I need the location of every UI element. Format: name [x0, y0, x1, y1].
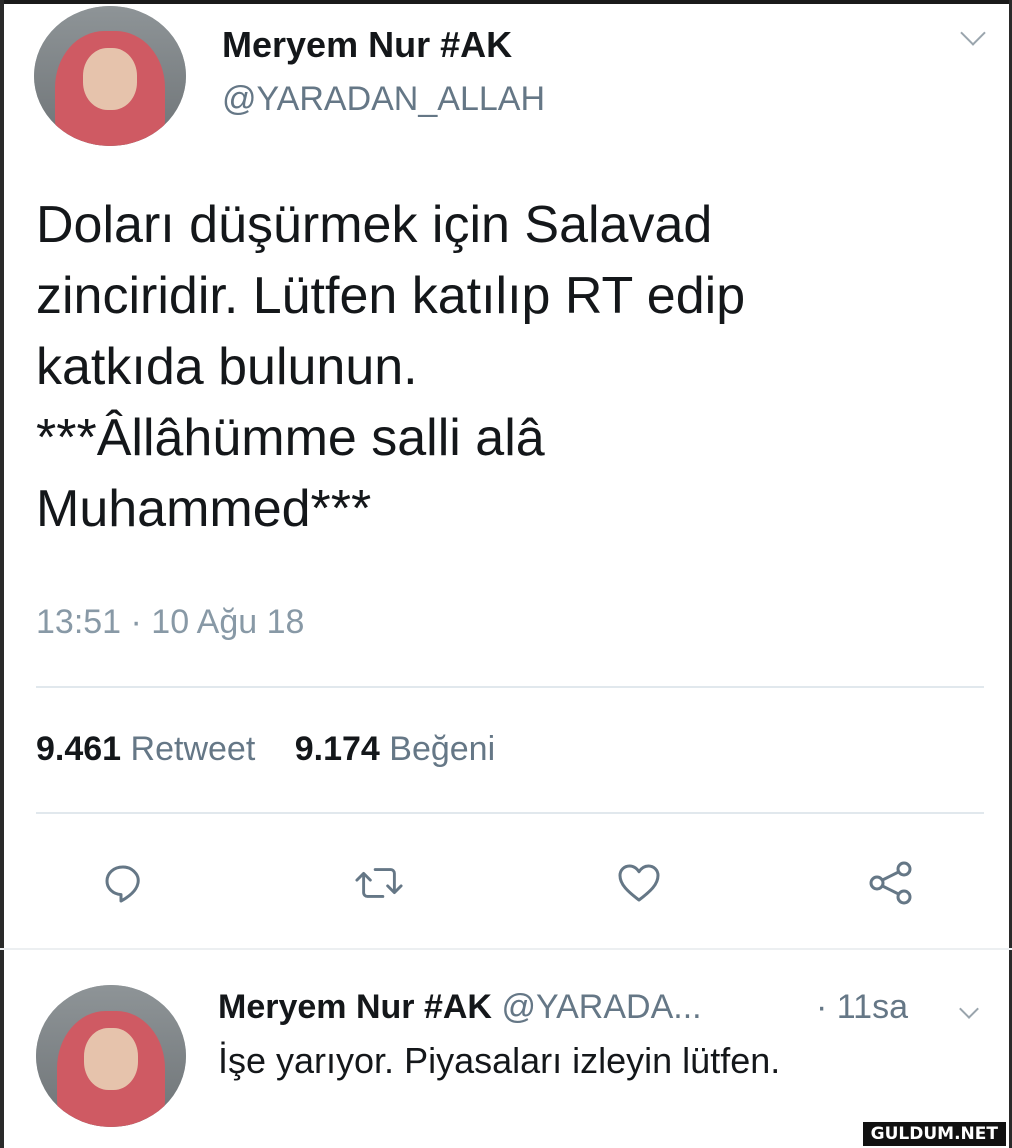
author-name[interactable]: Meryem Nur #AK — [222, 24, 512, 66]
tweet-stats: 9.461 Retweet 9.174 Beğeni — [36, 730, 525, 769]
retweet-icon — [355, 868, 403, 898]
reply-header: Meryem Nur #AK @YARADA... · 11sa — [218, 988, 908, 1027]
divider — [36, 812, 984, 814]
reply-icon — [105, 865, 140, 903]
chevron-down-icon[interactable] — [959, 999, 979, 1019]
like-label[interactable]: Beğeni — [389, 730, 495, 768]
share-button[interactable] — [866, 858, 916, 908]
retweet-count[interactable]: 9.461 — [36, 730, 121, 768]
tweet-text: Doları düşürmek için Salavad zinciridir.… — [36, 190, 976, 545]
tweet-text-line: Muhammed*** — [36, 480, 372, 538]
tweet-text-line: Doları düşürmek için Salavad — [36, 196, 713, 254]
author-handle[interactable]: @YARADAN_ALLAH — [222, 80, 545, 119]
reply-button[interactable] — [98, 858, 148, 908]
tweet-timestamp[interactable]: 13:51 · 10 Ağu 18 — [36, 603, 304, 642]
divider — [36, 686, 984, 688]
watermark-logo: GULDUM.NET — [862, 1122, 1006, 1146]
like-count[interactable]: 9.174 — [295, 730, 380, 768]
tweet-text-line: zinciridir. Lütfen katılıp RT edip — [36, 267, 746, 325]
retweet-button[interactable] — [354, 858, 404, 908]
reply-time[interactable]: · 11sa — [816, 988, 908, 1027]
tweet-text-line: ***Âllâhümme salli alâ — [36, 409, 545, 467]
divider — [0, 948, 1012, 950]
reply-author-handle[interactable]: @YARADA... — [501, 988, 701, 1026]
chevron-down-icon[interactable] — [960, 20, 986, 46]
author-avatar[interactable] — [34, 6, 186, 146]
screenshot-left-border — [0, 0, 4, 1148]
reply-author-avatar[interactable] — [36, 985, 186, 1127]
reply-text: İşe yarıyor. Piyasaları izleyin lütfen. — [218, 1040, 781, 1081]
tweet-text-line: katkıda bulunun. — [36, 338, 418, 396]
like-button[interactable] — [614, 858, 664, 908]
screenshot-top-border — [0, 0, 1012, 4]
share-icon — [869, 861, 912, 905]
reply-author-name[interactable]: Meryem Nur #AK — [218, 988, 492, 1026]
heart-icon — [618, 864, 660, 902]
retweet-label[interactable]: Retweet — [131, 730, 256, 768]
